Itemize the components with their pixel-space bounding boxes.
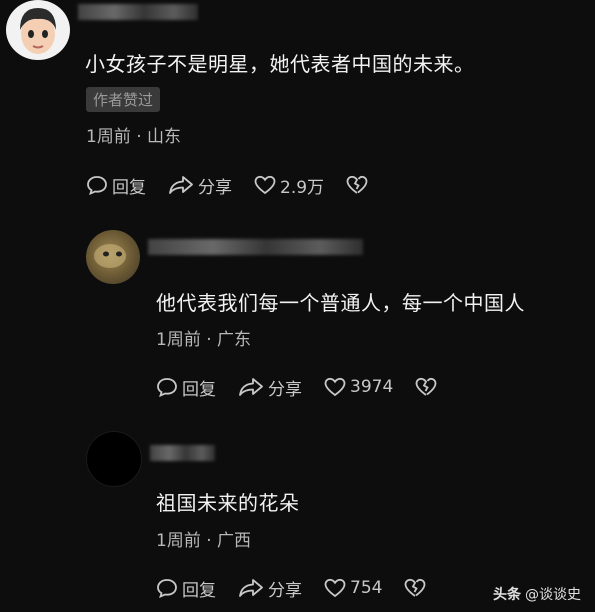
comment-1: 小女孩子不是明星，她代表者中国的未来。 作者赞过 1周前 · 山东 回复 分享 … xyxy=(0,0,595,215)
broken-heart-icon xyxy=(346,175,368,194)
comment-text: 祖国未来的花朵 xyxy=(156,491,300,515)
comment-actions: 回复 分享 754 xyxy=(156,574,452,602)
avatar[interactable] xyxy=(86,431,142,487)
like-count: 2.9万 xyxy=(280,177,325,198)
reply-icon xyxy=(157,378,177,397)
reply-label: 回复 xyxy=(112,177,146,198)
comment-text: 小女孩子不是明星，她代表者中国的未来。 xyxy=(85,52,475,76)
reply-button[interactable]: 回复 xyxy=(86,173,146,198)
comment-actions: 回复 分享 2.9万 xyxy=(86,171,394,199)
like-count: 754 xyxy=(350,578,383,598)
watermark-handle: @谈谈史 xyxy=(525,587,581,603)
watermark-brand: 头条 xyxy=(493,587,521,603)
username-blurred[interactable] xyxy=(78,4,198,20)
like-button[interactable]: 3974 xyxy=(324,377,393,397)
reply-icon xyxy=(87,176,107,195)
comment-meta: 1周前 · 广西 xyxy=(156,531,252,551)
reply-label: 回复 xyxy=(182,379,216,400)
share-label: 分享 xyxy=(268,379,302,400)
like-button[interactable]: 754 xyxy=(324,578,382,598)
avatar[interactable] xyxy=(86,230,140,284)
heart-icon xyxy=(324,377,346,397)
username-blurred[interactable] xyxy=(150,445,215,461)
share-button[interactable]: 分享 xyxy=(238,375,302,400)
share-icon xyxy=(239,378,263,396)
comment-text: 他代表我们每一个普通人，每一个中国人 xyxy=(156,291,525,315)
author-liked-badge: 作者赞过 xyxy=(86,87,161,112)
comment-meta: 1周前 · 山东 xyxy=(86,127,182,147)
broken-heart-icon xyxy=(415,377,437,396)
share-label: 分享 xyxy=(198,177,232,198)
watermark: 头条 @谈谈史 xyxy=(493,584,581,604)
dislike-button[interactable] xyxy=(404,578,430,598)
avatar[interactable] xyxy=(6,0,70,60)
share-button[interactable]: 分享 xyxy=(238,576,302,601)
heart-icon xyxy=(324,578,346,598)
share-label: 分享 xyxy=(268,580,302,601)
dislike-button[interactable] xyxy=(346,175,372,195)
share-icon xyxy=(239,579,263,597)
dislike-button[interactable] xyxy=(415,377,441,397)
comment-2: 他代表我们每一个普通人，每一个中国人 1周前 · 广东 回复 分享 3974 xyxy=(0,225,595,405)
comment-actions: 回复 分享 3974 xyxy=(156,373,463,401)
like-count: 3974 xyxy=(350,377,394,397)
reply-button[interactable]: 回复 xyxy=(156,375,216,400)
share-icon xyxy=(169,176,193,194)
broken-heart-icon xyxy=(405,578,426,597)
reply-icon xyxy=(157,579,177,598)
like-button[interactable]: 2.9万 xyxy=(254,173,324,198)
reply-label: 回复 xyxy=(182,580,216,601)
comment-meta: 1周前 · 广东 xyxy=(156,330,252,350)
heart-icon xyxy=(254,175,276,195)
share-button[interactable]: 分享 xyxy=(168,173,232,198)
username-blurred[interactable] xyxy=(148,239,363,255)
reply-button[interactable]: 回复 xyxy=(156,576,216,601)
